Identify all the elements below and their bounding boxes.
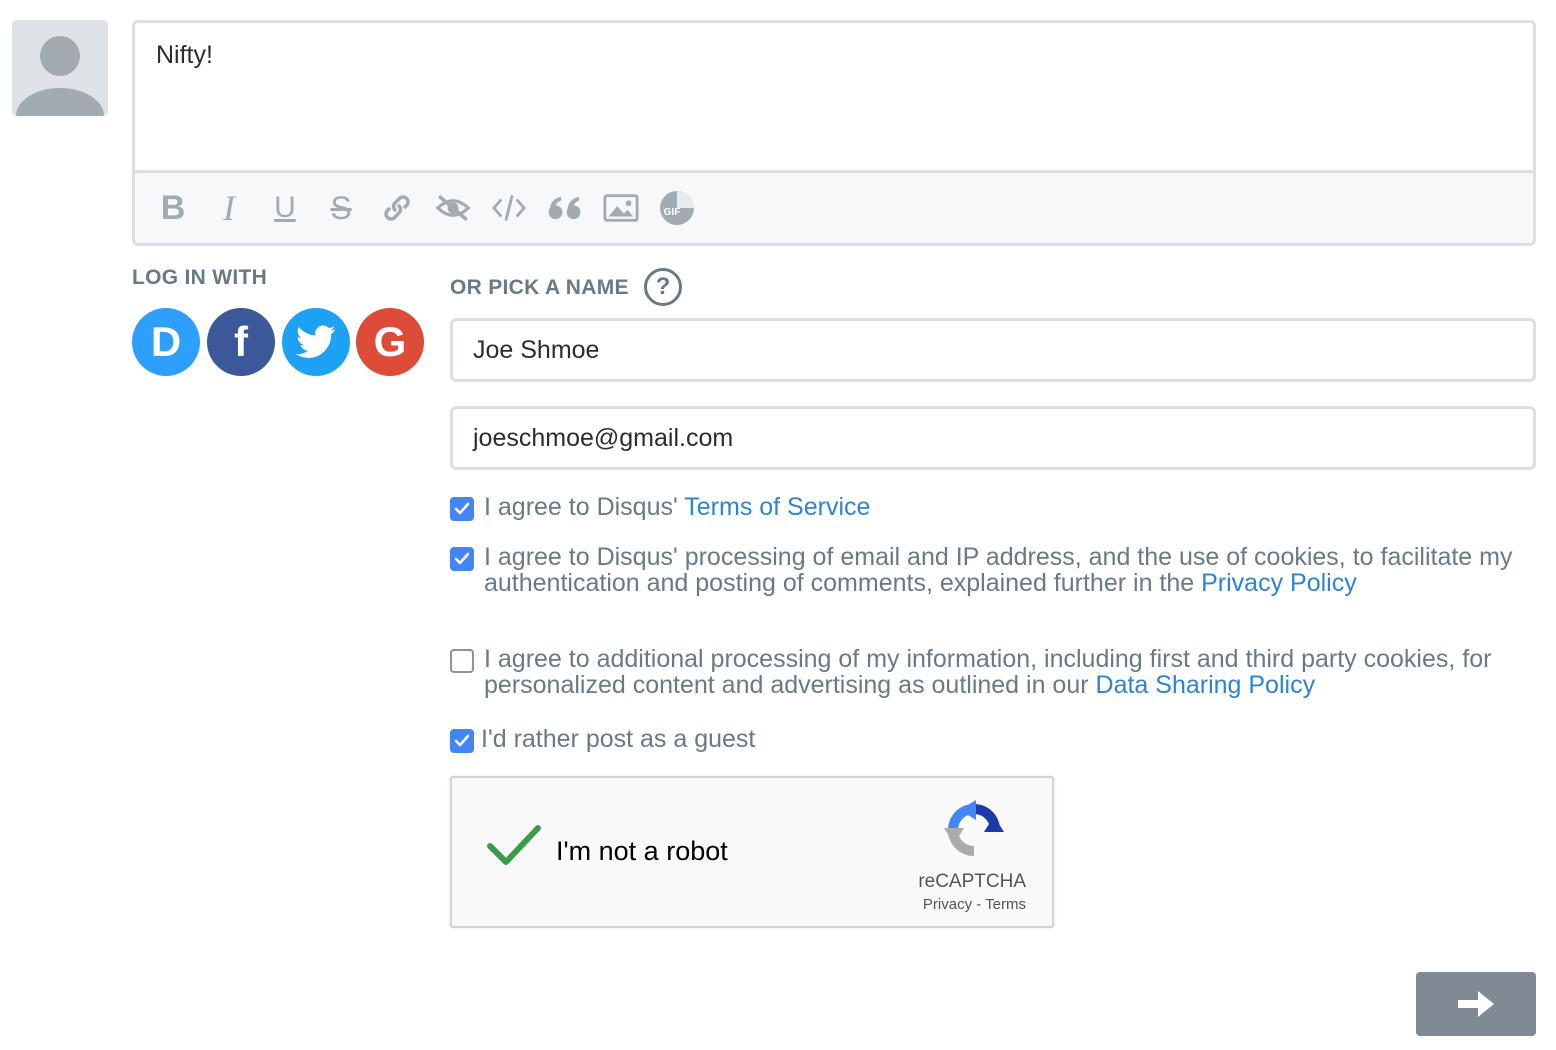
italic-icon: I (223, 188, 235, 228)
recaptcha-label: I'm not a robot (556, 836, 728, 866)
help-icon[interactable]: ? (644, 268, 682, 306)
gif-button[interactable]: GIF (659, 190, 695, 226)
terms-of-service-link[interactable]: Terms of Service (684, 493, 870, 521)
tos-consent-text: I agree to Disqus' Terms of Service (484, 493, 871, 521)
underline-button[interactable]: U (267, 190, 303, 226)
underline-icon: U (274, 191, 296, 224)
user-placeholder-icon (16, 36, 104, 116)
recaptcha-checkbox[interactable] (484, 822, 544, 875)
data-sharing-policy-link[interactable]: Data Sharing Policy (1096, 671, 1316, 699)
checkmark-icon (454, 552, 470, 565)
twitter-bird-icon (296, 325, 336, 358)
link-icon (384, 195, 410, 221)
recaptcha-icon (944, 800, 1004, 857)
email-field[interactable]: joeschmoe@gmail.com (450, 406, 1536, 470)
strikethrough-button[interactable]: S (323, 190, 359, 226)
spoiler-button[interactable] (435, 190, 471, 226)
bold-icon: B (160, 188, 186, 227)
recaptcha-privacy-terms-links[interactable]: Privacy - Terms (452, 896, 1052, 913)
submit-button[interactable] (1416, 972, 1536, 1036)
checkmark-icon (454, 734, 470, 747)
recaptcha-widget: I'm not a robot reCAPTCHA Privacy - Term… (450, 776, 1054, 928)
disqus-login-button[interactable]: D (132, 308, 200, 376)
gif-icon: GIF (660, 191, 694, 225)
guest-label: I'd rather post as a guest (481, 725, 756, 753)
avatar (12, 20, 108, 116)
pick-name-label: OR PICK A NAME (450, 276, 629, 299)
recaptcha-brand: reCAPTCHA (918, 871, 1026, 892)
green-checkmark-icon (487, 825, 541, 865)
processing-checkbox[interactable] (450, 547, 474, 571)
comment-textarea[interactable]: Nifty! (135, 23, 1533, 173)
comment-editor: Nifty! B I U S GIF (132, 20, 1536, 246)
checkmark-icon (454, 502, 470, 515)
facebook-login-button[interactable]: f (207, 308, 275, 376)
gif-label: GIF (664, 207, 681, 218)
additional-consent-text: I agree to additional processing of my i… (484, 645, 1492, 699)
recaptcha-logo (942, 798, 1006, 867)
privacy-policy-link[interactable]: Privacy Policy (1201, 569, 1357, 597)
facebook-icon: f (234, 318, 248, 365)
name-field[interactable]: Joe Shmoe (450, 318, 1536, 382)
code-icon (492, 195, 526, 221)
image-icon (603, 194, 639, 222)
disqus-icon: D (150, 318, 182, 365)
google-icon: G (373, 318, 407, 365)
tos-checkbox[interactable] (450, 497, 474, 521)
code-button[interactable] (491, 190, 527, 226)
twitter-login-button[interactable] (282, 308, 350, 376)
quote-button[interactable] (547, 190, 583, 226)
eye-slash-icon (435, 195, 471, 221)
processing-consent-text: I agree to Disqus' processing of email a… (484, 543, 1513, 597)
italic-button[interactable]: I (211, 188, 247, 228)
strikethrough-icon: S (330, 189, 352, 226)
google-login-button[interactable]: G (356, 308, 424, 376)
link-button[interactable] (379, 190, 415, 226)
arrow-right-icon (1458, 991, 1494, 1017)
login-with-label: LOG IN WITH (132, 266, 268, 289)
guest-checkbox[interactable] (450, 729, 474, 753)
formatting-toolbar: B I U S GIF (135, 173, 1533, 243)
quote-icon (548, 196, 581, 220)
additional-processing-checkbox[interactable] (450, 649, 474, 673)
bold-button[interactable]: B (155, 188, 191, 227)
image-button[interactable] (603, 190, 639, 226)
